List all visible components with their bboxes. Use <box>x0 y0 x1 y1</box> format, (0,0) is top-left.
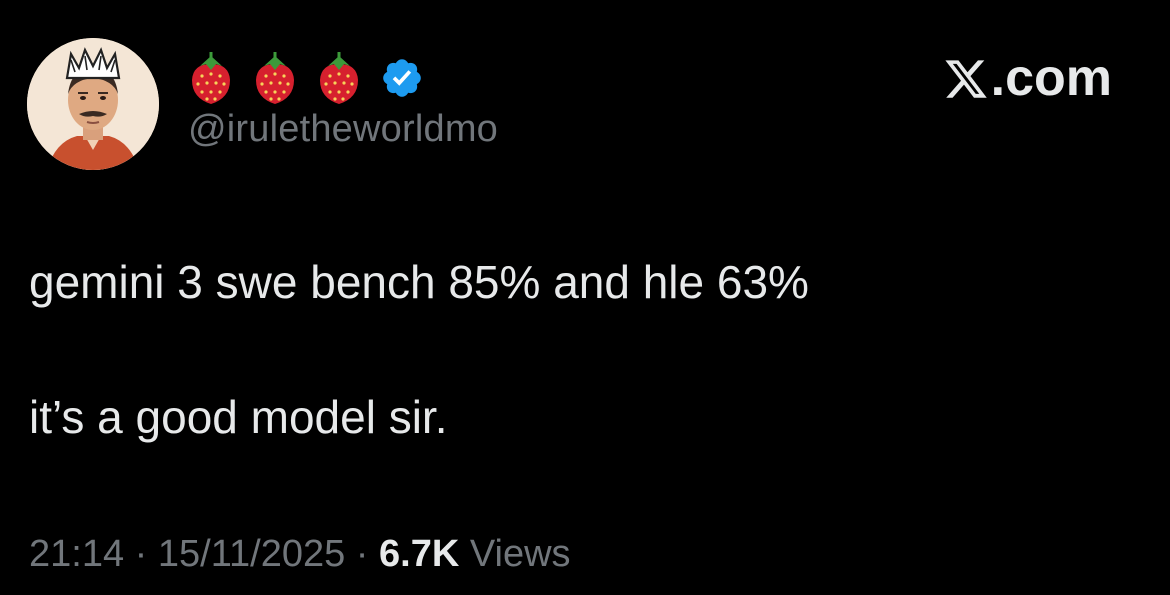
verified-badge-icon[interactable] <box>380 56 424 100</box>
brand-suffix: .com <box>990 49 1112 107</box>
tweet-date[interactable]: 15/11/2025 <box>158 533 345 575</box>
tweet-body: gemini 3 swe bench 85% and hle 63% it’s … <box>29 256 1129 443</box>
strawberry-icon <box>320 52 358 104</box>
views-label: Views <box>459 533 571 575</box>
meta-separator: · <box>345 533 380 575</box>
x-logo-icon <box>945 60 987 98</box>
views-count[interactable]: 6.7K <box>379 533 459 575</box>
user-handle[interactable]: @iruletheworldmo <box>188 108 498 151</box>
tweet-text-line: gemini 3 swe bench 85% and hle 63% <box>29 256 809 308</box>
tweet-meta: 21:14 · 15/11/2025 · 6.7K Views <box>29 533 571 576</box>
tweet-time[interactable]: 21:14 <box>29 533 124 575</box>
strawberry-icon <box>192 52 230 104</box>
brand-watermark: .com <box>943 48 1112 108</box>
tweet-card: @iruletheworldmo .com gemini 3 swe bench… <box>0 0 1170 595</box>
avatar-image <box>27 38 159 170</box>
tweet-text-line: it’s a good model sir. <box>29 391 448 443</box>
avatar[interactable] <box>27 38 159 170</box>
display-name[interactable] <box>186 48 424 108</box>
meta-separator: · <box>124 533 158 575</box>
strawberry-icon <box>256 52 294 104</box>
